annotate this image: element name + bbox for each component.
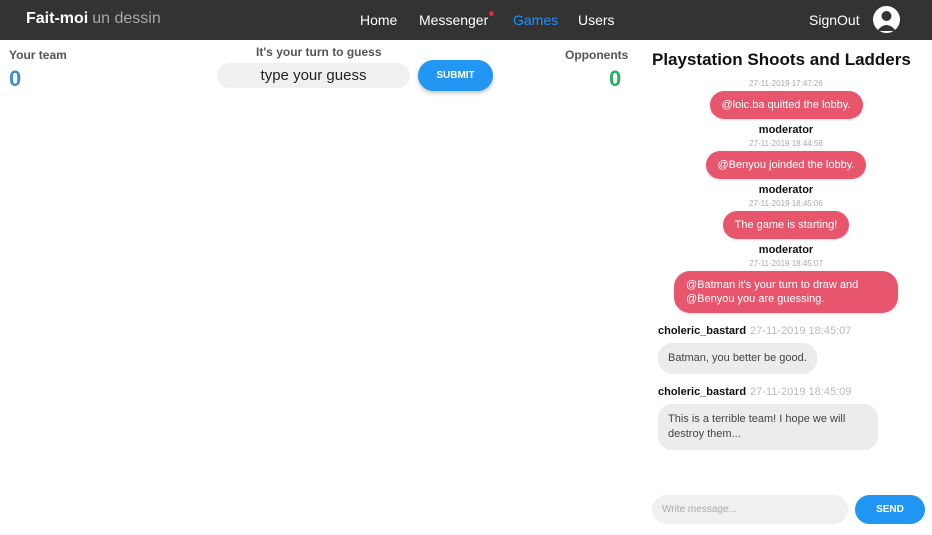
moderator-bubble: @loic.ba quitted the lobby. bbox=[709, 91, 863, 119]
opponents-score: 0 bbox=[609, 66, 622, 91]
nav-messenger[interactable]: Messenger bbox=[419, 11, 495, 28]
top-navbar: Fait-moi un dessin Home Messenger Games U… bbox=[0, 0, 932, 40]
user-bubble: This is a terrible team! I hope we will … bbox=[658, 404, 878, 450]
guess-input[interactable] bbox=[217, 63, 410, 88]
message-author: moderator bbox=[758, 244, 814, 256]
message-time: 27-11-2019 18:45:07 bbox=[749, 259, 823, 268]
message-header: choleric_bastard 27-11-2019 18:45:07 bbox=[658, 325, 924, 337]
user-message: choleric_bastard 27-11-2019 18:45:07 Batm… bbox=[648, 325, 924, 374]
turn-status: It's your turn to guess bbox=[256, 45, 382, 59]
message-author: moderator bbox=[758, 124, 814, 136]
brand-logo[interactable]: Fait-moi un dessin bbox=[26, 10, 161, 28]
nav-home[interactable]: Home bbox=[360, 12, 397, 28]
user-avatar-icon[interactable] bbox=[873, 6, 900, 33]
moderator-message: 27-11-2019 18:45:07 @Batman it's your tu… bbox=[648, 256, 924, 313]
nav-users[interactable]: Users bbox=[578, 12, 615, 28]
message-author: choleric_bastard bbox=[658, 386, 747, 398]
message-time: 27-11-2019 18:44:56 bbox=[749, 139, 823, 148]
moderator-bubble: @Benyou joinded the lobby. bbox=[705, 151, 867, 179]
message-time: 27-11-2019 17:47:26 bbox=[749, 79, 823, 88]
moderator-bubble: @Batman it's your turn to draw and @Beny… bbox=[674, 271, 898, 313]
moderator-bubble: The game is starting! bbox=[722, 211, 850, 239]
message-time: 27-11-2019 18:45:09 bbox=[750, 386, 852, 398]
your-team-score: 0 bbox=[9, 66, 22, 91]
chat-message-input[interactable] bbox=[652, 495, 848, 524]
opponents-label: Opponents bbox=[565, 48, 629, 62]
user-message: choleric_bastard 27-11-2019 18:45:09 This… bbox=[648, 386, 924, 450]
chat-title: Playstation Shoots and Ladders bbox=[652, 50, 911, 69]
nav-messenger-label: Messenger bbox=[419, 12, 489, 28]
brand-bold: Fait-moi bbox=[26, 10, 89, 27]
moderator-message: 27-11-2019 18:45:06 The game is starting… bbox=[648, 196, 924, 256]
signout-link[interactable]: SignOut bbox=[809, 12, 860, 28]
message-author: choleric_bastard bbox=[658, 325, 747, 337]
notification-dot-icon bbox=[489, 11, 495, 16]
message-time: 27-11-2019 18:45:06 bbox=[749, 199, 823, 208]
your-team-label: Your team bbox=[9, 48, 67, 62]
submit-guess-button[interactable]: SUBMIT bbox=[418, 60, 493, 91]
user-bubble: Batman, you better be good. bbox=[658, 343, 817, 374]
message-time: 27-11-2019 18:45:07 bbox=[750, 325, 852, 337]
moderator-message: 27-11-2019 17:47:26 @loic.ba quitted the… bbox=[648, 76, 924, 136]
send-button[interactable]: SEND bbox=[855, 495, 925, 524]
moderator-message: 27-11-2019 18:44:56 @Benyou joinded the … bbox=[648, 136, 924, 196]
chat-message-list[interactable]: 27-11-2019 17:47:26 @loic.ba quitted the… bbox=[648, 76, 924, 488]
brand-light: un dessin bbox=[92, 10, 161, 27]
message-header: choleric_bastard 27-11-2019 18:45:09 bbox=[658, 386, 924, 398]
nav-games[interactable]: Games bbox=[513, 12, 558, 28]
message-author: moderator bbox=[758, 184, 814, 196]
